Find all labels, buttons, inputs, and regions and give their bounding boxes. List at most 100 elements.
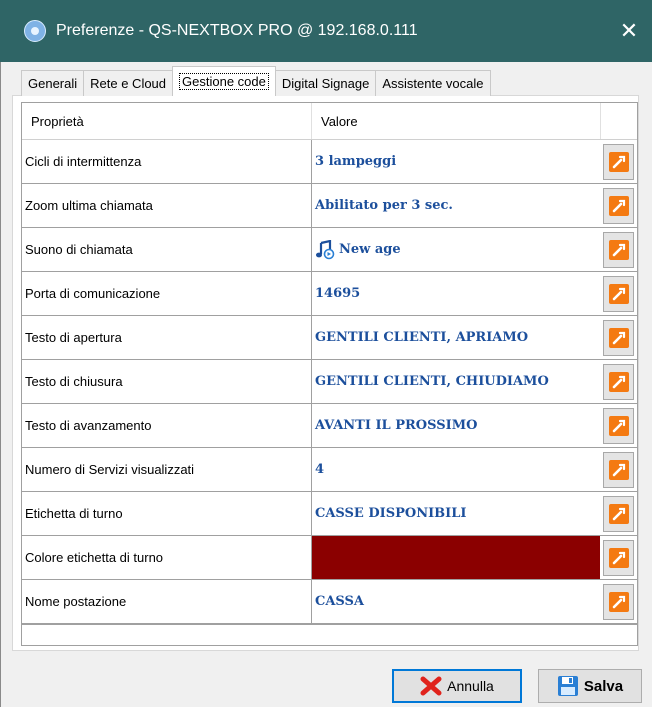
property-name: Numero di Servizi visualizzati — [22, 448, 312, 491]
table-row[interactable]: Porta di comunicazione 14695 — [22, 272, 637, 316]
property-value: CASSA — [312, 580, 600, 623]
edit-property-button[interactable] — [603, 495, 634, 532]
wrench-icon — [608, 239, 629, 260]
property-value-text: GENTILI CLIENTI, APRIAMO — [315, 330, 529, 345]
floppy-disk-icon — [557, 675, 579, 697]
save-label: Salva — [583, 677, 624, 695]
property-value-text: CASSE DISPONIBILI — [315, 506, 467, 521]
grid-rows: Cicli di intermittenza 3 lampeggi Zoom ult… — [22, 140, 637, 624]
column-header-value[interactable]: Valore — [312, 103, 600, 139]
window-title: Preferenze - QS-NEXTBOX PRO @ 192.168.0.… — [56, 22, 418, 39]
property-value: 4 — [312, 448, 600, 491]
edit-property-button[interactable] — [603, 363, 634, 400]
table-row[interactable]: Numero di Servizi visualizzati 4 — [22, 448, 637, 492]
property-name: Nome postazione — [22, 580, 312, 623]
property-name: Etichetta di turno — [22, 492, 312, 535]
edit-property-button[interactable] — [603, 275, 634, 312]
action-cell — [600, 228, 637, 271]
wrench-icon — [608, 459, 629, 480]
tab-rete-e-cloud[interactable]: Rete e Cloud — [83, 70, 174, 96]
action-cell — [600, 448, 637, 491]
action-cell — [600, 316, 637, 359]
action-cell — [600, 536, 637, 579]
wrench-icon — [608, 327, 629, 348]
table-row[interactable]: Testo di avanzamento AVANTI IL PROSSIMO — [22, 404, 637, 448]
action-cell — [600, 360, 637, 403]
column-header-action — [600, 103, 637, 139]
property-value-text: New age — [339, 242, 401, 257]
app-icon — [24, 20, 46, 42]
tab-generali[interactable]: Generali — [21, 70, 85, 96]
action-cell — [600, 580, 637, 623]
save-button[interactable]: Salva — [538, 669, 642, 703]
property-value: GENTILI CLIENTI, APRIAMO — [312, 316, 600, 359]
property-name: Suono di chiamata — [22, 228, 312, 271]
property-value: GENTILI CLIENTI, CHIUDIAMO — [312, 360, 600, 403]
property-value-text: AVANTI IL PROSSIMO — [315, 418, 478, 433]
wrench-icon — [608, 591, 629, 612]
property-value: CASSE DISPONIBILI — [312, 492, 600, 535]
action-cell — [600, 272, 637, 315]
table-row[interactable]: Etichetta di turno CASSE DISPONIBILI — [22, 492, 637, 536]
title-bar: Preferenze - QS-NEXTBOX PRO @ 192.168.0.… — [0, 0, 652, 62]
tab-digital-signage[interactable]: Digital Signage — [274, 70, 377, 96]
property-value-text: GENTILI CLIENTI, CHIUDIAMO — [315, 374, 549, 389]
grid-header: Proprietà Valore — [22, 103, 637, 140]
table-row[interactable]: Zoom ultima chiamata Abilitato per 3 sec. — [22, 184, 637, 228]
cancel-button[interactable]: Annulla — [392, 669, 522, 703]
wrench-icon — [608, 151, 629, 172]
table-row[interactable]: Nome postazione CASSA — [22, 580, 637, 624]
property-value: 3 lampeggi — [312, 140, 600, 183]
edit-property-button[interactable] — [603, 407, 634, 444]
property-value-text: 4 — [315, 462, 325, 477]
property-value: AVANTI IL PROSSIMO — [312, 404, 600, 447]
edit-property-button[interactable] — [603, 187, 634, 224]
edit-property-button[interactable] — [603, 231, 634, 268]
edit-property-button[interactable] — [603, 583, 634, 620]
property-name: Testo di apertura — [22, 316, 312, 359]
wrench-icon — [608, 547, 629, 568]
property-name: Testo di avanzamento — [22, 404, 312, 447]
table-row[interactable]: Testo di chiusura GENTILI CLIENTI, CHIUDI… — [22, 360, 637, 404]
music-note-icon — [315, 239, 335, 260]
property-value-text: Abilitato per 3 sec. — [315, 198, 453, 213]
edit-property-button[interactable] — [603, 143, 634, 180]
cancel-label: Annulla — [447, 678, 494, 694]
property-value-text: 3 lampeggi — [315, 154, 397, 169]
action-cell — [600, 184, 637, 227]
table-row[interactable]: Cicli di intermittenza 3 lampeggi — [22, 140, 637, 184]
wrench-icon — [608, 415, 629, 436]
property-value: New age — [312, 228, 600, 271]
action-cell — [600, 140, 637, 183]
color-swatch — [312, 536, 600, 579]
action-cell — [600, 404, 637, 447]
property-name: Cicli di intermittenza — [22, 140, 312, 183]
close-button[interactable]: ✕ — [606, 0, 652, 62]
edit-property-button[interactable] — [603, 451, 634, 488]
wrench-icon — [608, 503, 629, 524]
property-value-text: 14695 — [315, 286, 361, 301]
wrench-icon — [608, 283, 629, 304]
property-name: Colore etichetta di turno — [22, 536, 312, 579]
property-value: 14695 — [312, 272, 600, 315]
action-cell — [600, 492, 637, 535]
table-row[interactable]: Testo di apertura GENTILI CLIENTI, APRIAM… — [22, 316, 637, 360]
edit-property-button[interactable] — [603, 539, 634, 576]
property-name: Porta di comunicazione — [22, 272, 312, 315]
window-border — [0, 62, 1, 707]
edit-property-button[interactable] — [603, 319, 634, 356]
cancel-x-icon — [420, 676, 442, 696]
close-icon: ✕ — [619, 18, 639, 44]
tab-gestione-code[interactable]: Gestione code — [172, 66, 276, 96]
property-name: Testo di chiusura — [22, 360, 312, 403]
tab-assistente-vocale[interactable]: Assistente vocale — [375, 70, 491, 96]
table-row[interactable]: Colore etichetta di turno — [22, 536, 637, 580]
property-value — [312, 536, 600, 579]
wrench-icon — [608, 195, 629, 216]
property-value-text: CASSA — [315, 594, 365, 609]
grid-footer — [22, 624, 637, 639]
table-row[interactable]: Suono di chiamata New age — [22, 228, 637, 272]
property-grid: Proprietà Valore Cicli di intermittenza 3… — [21, 102, 638, 646]
wrench-icon — [608, 371, 629, 392]
column-header-property[interactable]: Proprietà — [22, 103, 312, 139]
